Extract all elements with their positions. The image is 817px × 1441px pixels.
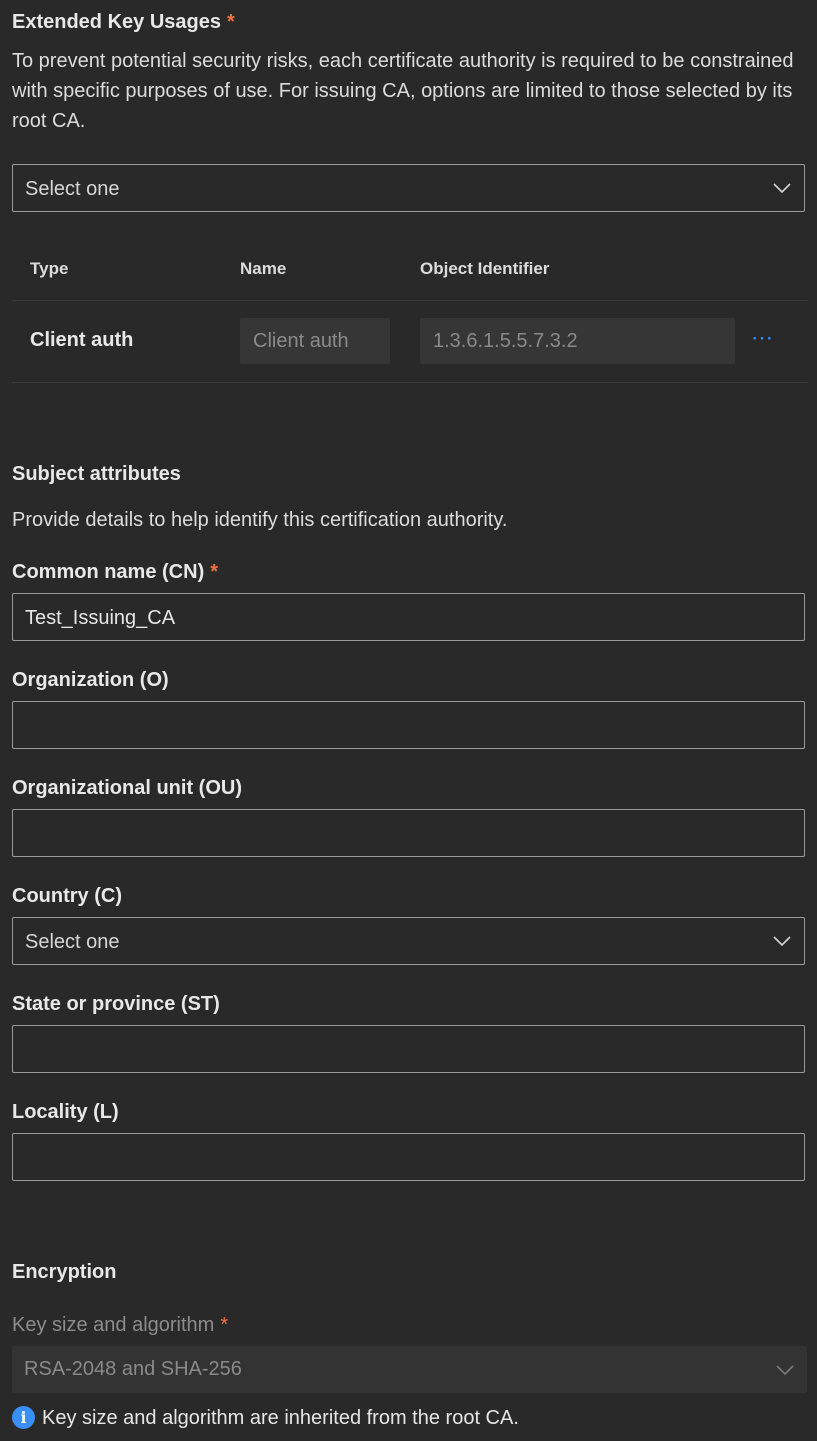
info-icon: i — [12, 1406, 35, 1429]
country-select[interactable]: Select one — [12, 917, 805, 965]
o-input[interactable] — [12, 701, 805, 749]
row-type: Client auth — [30, 329, 134, 351]
required-marker: * — [226, 11, 235, 33]
chevron-down-icon — [773, 936, 791, 947]
required-marker: * — [220, 1314, 229, 1336]
row-oid-input[interactable]: 1.3.6.1.5.5.7.3.2 — [420, 318, 735, 364]
l-input[interactable] — [12, 1133, 805, 1181]
cn-value: Test_Issuing_CA — [25, 607, 176, 629]
key-select[interactable]: RSA-2048 and SHA-256 — [12, 1346, 807, 1393]
eku-select-value: Select one — [25, 178, 120, 200]
column-header-type: Type — [30, 259, 69, 278]
row-name-value: Client auth — [253, 330, 349, 352]
key-select-value: RSA-2048 and SHA-256 — [24, 1358, 242, 1380]
chevron-down-icon — [776, 1365, 794, 1376]
cn-label: Common name (CN) * — [12, 561, 218, 584]
l-label: Locality (L) — [12, 1101, 119, 1123]
required-marker: * — [210, 561, 219, 583]
row-oid-value: 1.3.6.1.5.5.7.3.2 — [433, 330, 578, 352]
encryption-title: Encryption — [12, 1261, 117, 1283]
subject-description: Provide details to help identify this ce… — [12, 509, 508, 531]
c-label: Country (C) — [12, 885, 122, 907]
row-name-input[interactable]: Client auth — [240, 318, 390, 364]
chevron-down-icon — [773, 183, 791, 194]
o-label: Organization (O) — [12, 669, 169, 691]
country-select-value: Select one — [25, 931, 120, 953]
st-input[interactable] — [12, 1025, 805, 1073]
column-header-oid: Object Identifier — [420, 259, 550, 278]
table-row: Client auth Client auth 1.3.6.1.5.5.7.3.… — [0, 301, 817, 381]
cn-label-text: Common name (CN) — [12, 561, 205, 583]
ou-label: Organizational unit (OU) — [12, 777, 242, 799]
eku-title-text: Extended Key Usages — [12, 11, 221, 33]
ou-input[interactable] — [12, 809, 805, 857]
more-options-icon[interactable]: ⋯ — [751, 325, 774, 351]
eku-description: To prevent potential security risks, eac… — [12, 50, 794, 132]
column-header-name: Name — [240, 259, 287, 278]
info-text: Key size and algorithm are inherited fro… — [42, 1407, 519, 1429]
key-label-text: Key size and algorithm — [12, 1314, 215, 1336]
table-divider — [12, 382, 808, 383]
eku-select[interactable]: Select one — [12, 164, 805, 212]
key-label: Key size and algorithm * — [12, 1314, 228, 1337]
st-label: State or province (ST) — [12, 993, 220, 1015]
subject-title: Subject attributes — [12, 463, 181, 485]
cn-input[interactable]: Test_Issuing_CA — [12, 593, 805, 641]
eku-title: Extended Key Usages * — [12, 11, 235, 34]
